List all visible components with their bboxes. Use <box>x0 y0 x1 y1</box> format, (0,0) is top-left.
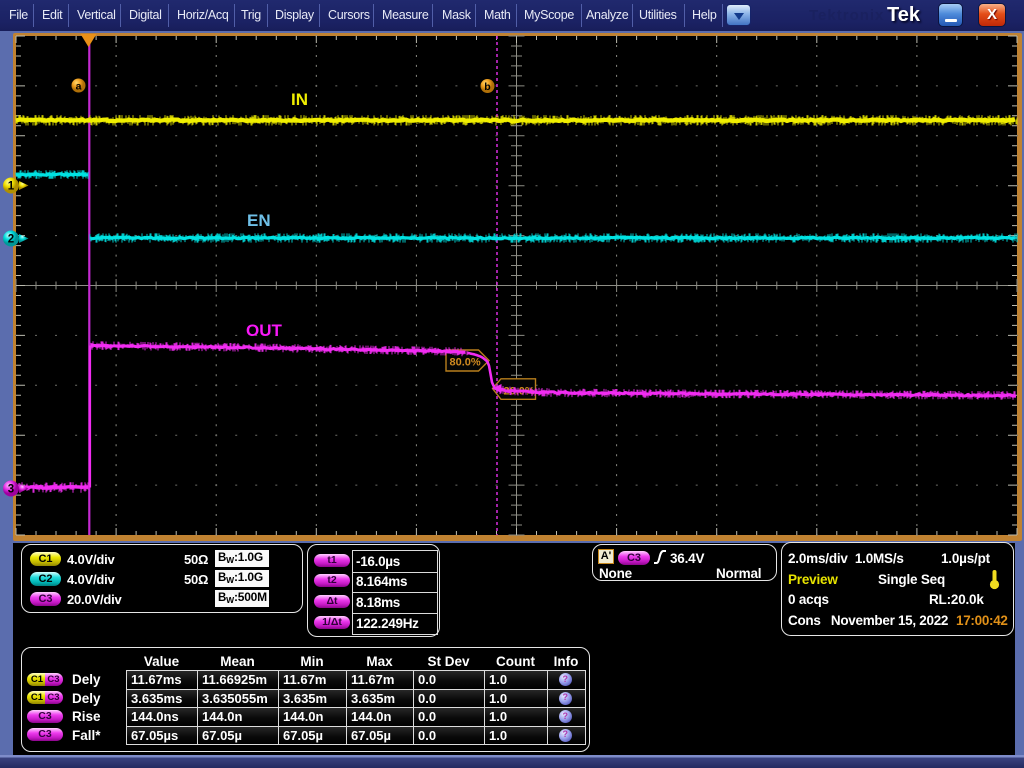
svg-text:2: 2 <box>8 234 14 246</box>
svg-text:1: 1 <box>8 181 15 193</box>
svg-text:80.0%: 80.0% <box>450 357 481 369</box>
svg-text:3: 3 <box>8 484 14 496</box>
svg-text:a: a <box>76 80 82 92</box>
svg-text:b: b <box>484 81 490 93</box>
